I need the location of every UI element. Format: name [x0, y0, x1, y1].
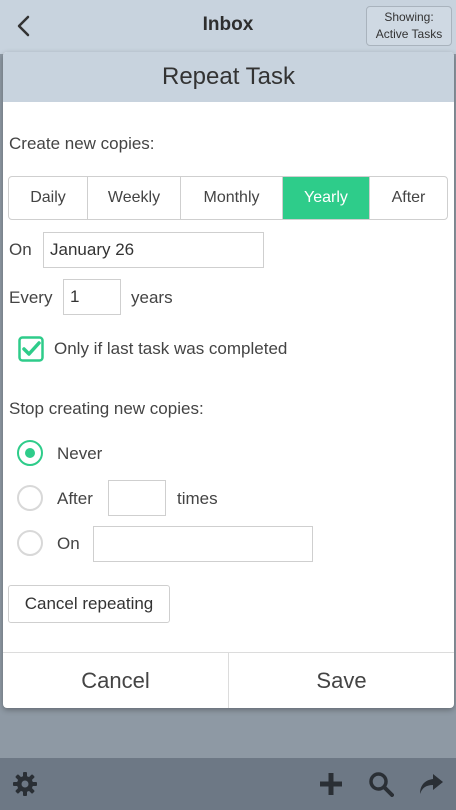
- showing-filter-button[interactable]: Showing: Active Tasks: [366, 6, 452, 46]
- every-interval-field[interactable]: 1: [63, 279, 121, 315]
- stop-on-date-field[interactable]: [93, 526, 313, 562]
- frequency-option-after[interactable]: After: [370, 177, 447, 219]
- stop-copies-label: Stop creating new copies:: [9, 399, 204, 418]
- every-label: Every: [9, 288, 53, 307]
- gear-icon[interactable]: [12, 771, 38, 797]
- cancel-repeating-button[interactable]: Cancel repeating: [8, 585, 170, 623]
- on-date-label: On: [9, 240, 32, 259]
- frequency-segmented-control: Daily Weekly Monthly Yearly After: [8, 176, 448, 220]
- top-nav-bar: Inbox Showing: Active Tasks: [0, 0, 456, 54]
- only-if-completed-label: Only if last task was completed: [54, 339, 288, 358]
- stop-after-label: After: [57, 489, 93, 508]
- stop-on-label: On: [57, 534, 80, 553]
- on-date-field[interactable]: January 26: [43, 232, 264, 268]
- share-icon[interactable]: [418, 771, 444, 797]
- only-if-completed-checkbox[interactable]: [18, 336, 44, 362]
- frequency-option-monthly[interactable]: Monthly: [181, 177, 283, 219]
- dialog-title: Repeat Task: [3, 52, 454, 102]
- frequency-option-weekly[interactable]: Weekly: [88, 177, 181, 219]
- showing-label: Showing:: [384, 10, 434, 24]
- showing-value: Active Tasks: [375, 27, 443, 41]
- every-unit-label: years: [131, 288, 173, 307]
- frequency-option-daily[interactable]: Daily: [9, 177, 88, 219]
- stop-after-unit-label: times: [177, 489, 218, 508]
- search-icon[interactable]: [368, 771, 394, 797]
- bottom-toolbar: [0, 758, 456, 810]
- stop-after-radio[interactable]: [17, 485, 43, 511]
- cancel-button[interactable]: Cancel: [3, 653, 229, 708]
- repeat-task-dialog: Repeat Task Create new copies: Daily Wee…: [3, 52, 454, 708]
- frequency-option-yearly[interactable]: Yearly: [283, 177, 370, 219]
- plus-icon[interactable]: [318, 771, 344, 797]
- stop-on-radio[interactable]: [17, 530, 43, 556]
- stop-after-count-field[interactable]: [108, 480, 166, 516]
- stop-never-radio[interactable]: [17, 440, 43, 466]
- dialog-footer: Cancel Save: [3, 652, 454, 708]
- stop-never-label: Never: [57, 444, 103, 463]
- create-copies-label: Create new copies:: [9, 134, 155, 153]
- save-button[interactable]: Save: [229, 653, 454, 708]
